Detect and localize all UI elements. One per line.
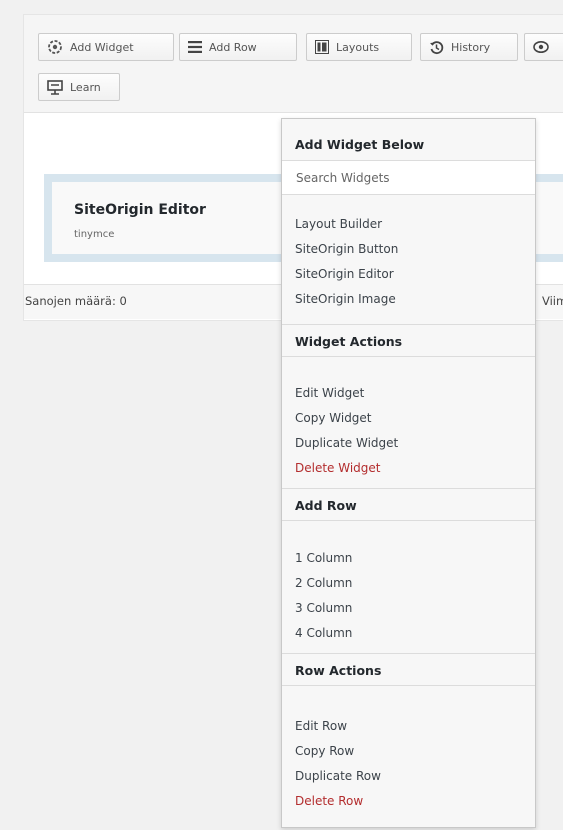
menu-item-edit-row[interactable]: Edit Row [282, 714, 535, 739]
section-add-row: Add Row [282, 488, 535, 521]
search-widgets-input[interactable] [294, 169, 518, 186]
menu-item-layout-builder[interactable]: Layout Builder [282, 212, 535, 237]
menu-item-4-column[interactable]: 4 Column [282, 621, 535, 646]
menu-item-delete-row[interactable]: Delete Row [282, 789, 535, 814]
search-widgets-field[interactable] [282, 161, 535, 195]
builder-toolbar: Add Widget Add Row Layouts History Learn [24, 15, 563, 113]
add-widget-button[interactable]: Add Widget [38, 33, 174, 61]
section-widget-actions: Widget Actions [282, 324, 535, 357]
history-icon [429, 40, 444, 55]
menu-item-edit-widget[interactable]: Edit Widget [282, 381, 535, 406]
add-widget-icon [47, 39, 63, 55]
context-menu: Add Widget Below Layout Builder SiteOrig… [281, 118, 536, 828]
history-label: History [451, 40, 491, 54]
section-add-widget-below: Add Widget Below [282, 128, 535, 161]
add-widget-label: Add Widget [70, 40, 134, 54]
menu-item-3-column[interactable]: 3 Column [282, 596, 535, 621]
add-row-button[interactable]: Add Row [179, 33, 297, 61]
status-right-text: Viime [542, 294, 563, 308]
menu-item-2-column[interactable]: 2 Column [282, 571, 535, 596]
learn-icon [47, 79, 63, 95]
menu-item-delete-widget[interactable]: Delete Widget [282, 456, 535, 481]
layouts-label: Layouts [336, 40, 380, 54]
add-row-icon [188, 41, 202, 53]
add-row-label: Add Row [209, 40, 257, 54]
widget-title: SiteOrigin Editor [74, 202, 206, 218]
menu-item-siteorigin-button[interactable]: SiteOrigin Button [282, 237, 535, 262]
menu-item-copy-row[interactable]: Copy Row [282, 739, 535, 764]
history-button[interactable]: History [420, 33, 518, 61]
menu-item-duplicate-row[interactable]: Duplicate Row [282, 764, 535, 789]
widget-description: tinymce [74, 229, 115, 240]
row-actions-list: Edit Row Copy Row Duplicate Row Delete R… [282, 714, 535, 814]
add-row-list: 1 Column 2 Column 3 Column 4 Column [282, 546, 535, 646]
learn-button[interactable]: Learn [38, 73, 120, 101]
learn-label: Learn [70, 80, 101, 94]
layouts-button[interactable]: Layouts [306, 33, 412, 61]
word-count: Sanojen määrä: 0 [25, 294, 127, 308]
widget-actions-list: Edit Widget Copy Widget Duplicate Widget… [282, 381, 535, 481]
widget-list: Layout Builder SiteOrigin Button SiteOri… [282, 212, 535, 312]
preview-button[interactable] [524, 33, 563, 61]
menu-item-copy-widget[interactable]: Copy Widget [282, 406, 535, 431]
menu-item-1-column[interactable]: 1 Column [282, 546, 535, 571]
layouts-icon [315, 40, 329, 54]
menu-item-siteorigin-image[interactable]: SiteOrigin Image [282, 287, 535, 312]
eye-icon [533, 40, 549, 54]
section-row-actions: Row Actions [282, 653, 535, 686]
menu-item-duplicate-widget[interactable]: Duplicate Widget [282, 431, 535, 456]
menu-item-siteorigin-editor[interactable]: SiteOrigin Editor [282, 262, 535, 287]
